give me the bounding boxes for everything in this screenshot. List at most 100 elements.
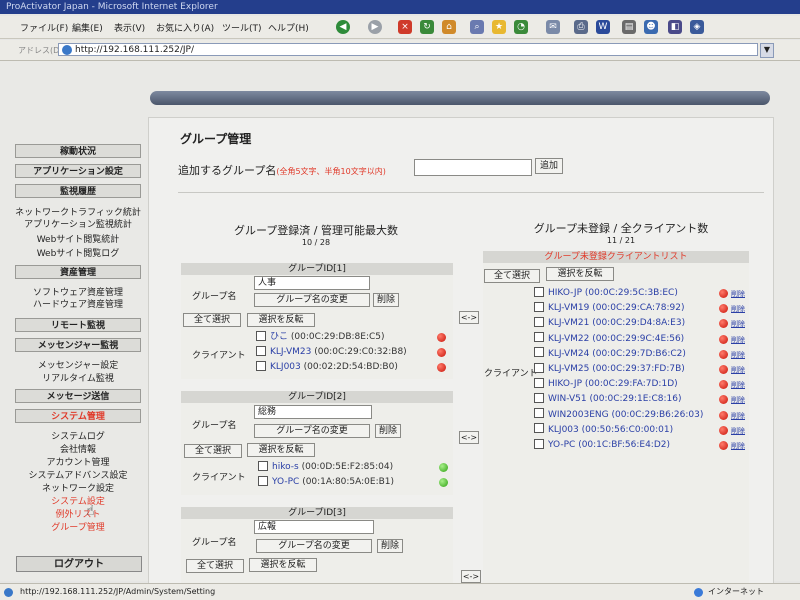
select-all-button[interactable]: 全て選択 (186, 559, 244, 573)
add-group-input[interactable] (414, 159, 532, 176)
swap-button[interactable]: <-> (459, 431, 479, 444)
messenger-icon[interactable]: ☻ (644, 20, 658, 34)
client-checkbox[interactable] (534, 301, 544, 312)
menu-help[interactable]: ヘルプ(H) (268, 21, 309, 34)
client-checkbox[interactable] (258, 475, 268, 486)
client-name[interactable]: HIKO-JP (548, 379, 582, 389)
rename-button[interactable]: グループ名の変更 (256, 539, 372, 553)
client-name[interactable]: WIN2003ENG (548, 410, 609, 420)
delete-client-link[interactable]: 削除 (731, 441, 745, 451)
client-name[interactable]: KLJ-VM25 (548, 364, 589, 374)
unregistered-client-row[interactable]: KLJ-VM22 (00:0C:29:9C:4E:56) (534, 332, 684, 346)
client-name[interactable]: YO-PC (548, 440, 575, 450)
side-exception-list[interactable]: 例外リスト (15, 507, 141, 520)
client-checkbox[interactable] (258, 460, 268, 471)
side-account-management[interactable]: アカウント管理 (15, 455, 141, 468)
client-checkbox[interactable] (256, 360, 266, 371)
delete-button[interactable]: 削除 (373, 293, 399, 307)
refresh-icon[interactable]: ↻ (420, 20, 434, 34)
client-checkbox[interactable] (534, 332, 544, 343)
client-name[interactable]: KLJ003 (548, 425, 579, 435)
client-name[interactable]: KLJ-VM19 (548, 303, 589, 313)
client-name[interactable]: hiko-s (272, 462, 299, 472)
invert-selection-button[interactable]: 選択を反転 (247, 443, 315, 457)
address-dropdown-icon[interactable]: ▼ (760, 43, 774, 58)
unregistered-client-row[interactable]: KLJ-VM25 (00:0C:29:37:FD:7B) (534, 362, 685, 376)
unregistered-client-row[interactable]: KLJ-VM24 (00:0C:29:7D:B6:C2) (534, 347, 686, 361)
client-checkbox[interactable] (534, 286, 544, 297)
client-checkbox[interactable] (534, 316, 544, 327)
side-web-log[interactable]: Webサイト閲覧ログ (15, 246, 141, 259)
side-hardware-assets[interactable]: ハードウェア資産管理 (15, 297, 141, 310)
side-system-management[interactable]: システム管理 (15, 409, 141, 423)
unregistered-client-row[interactable]: KLJ003 (00:50:56:C0:00:01) (534, 423, 673, 437)
client-name[interactable]: KLJ-VM23 (270, 347, 311, 357)
delete-client-link[interactable]: 削除 (731, 411, 745, 421)
invert-selection-button[interactable]: 選択を反転 (247, 313, 315, 327)
delete-client-link[interactable]: 削除 (731, 380, 745, 390)
side-system-settings[interactable]: システム設定 (15, 494, 141, 507)
delete-client-link[interactable]: 削除 (731, 304, 745, 314)
client-row[interactable]: KLJ003 (00:02:2D:54:BD:B0) (256, 360, 398, 374)
unregistered-client-row[interactable]: WIN-V51 (00:0C:29:1E:C8:16) (534, 392, 681, 406)
side-web-stats[interactable]: Webサイト閲覧統計 (15, 232, 141, 245)
unregistered-client-row[interactable]: YO-PC (00:1C:BF:56:E4:D2) (534, 438, 670, 452)
side-remote-monitor[interactable]: リモート監視 (15, 318, 141, 332)
mail-icon[interactable]: ✉ (546, 20, 560, 34)
swap-button[interactable]: <-> (461, 570, 481, 583)
discuss-icon[interactable]: ▤ (622, 20, 636, 34)
word-icon[interactable]: W (596, 20, 610, 34)
menu-file[interactable]: ファイル(F) (20, 21, 68, 34)
side-app-settings[interactable]: アプリケーション設定 (15, 164, 141, 178)
forward-icon[interactable]: ▶ (368, 20, 382, 34)
side-group-management[interactable]: グループ管理 (15, 520, 141, 533)
select-all-button[interactable]: 全て選択 (484, 269, 540, 283)
address-input[interactable]: http://192.168.111.252/JP/ (58, 43, 758, 56)
client-row[interactable]: YO-PC (00:1A:80:5A:0E:B1) (258, 475, 394, 489)
group-name-input[interactable]: 総務 (254, 405, 372, 419)
group-name-input[interactable]: 広報 (254, 520, 374, 534)
delete-client-link[interactable]: 削除 (731, 426, 745, 436)
home-icon[interactable]: ⌂ (442, 20, 456, 34)
side-network-settings[interactable]: ネットワーク設定 (15, 481, 141, 494)
menu-view[interactable]: 表示(V) (114, 21, 145, 34)
favorites-icon[interactable]: ★ (492, 20, 506, 34)
client-row[interactable]: ひこ (00:0C:29:DB:8E:C5) (256, 330, 385, 344)
client-checkbox[interactable] (534, 347, 544, 358)
client-name[interactable]: ひこ (270, 332, 288, 342)
delete-client-link[interactable]: 削除 (731, 335, 745, 345)
back-icon[interactable]: ◀ (336, 20, 350, 34)
side-company-info[interactable]: 会社情報 (15, 442, 141, 455)
client-checkbox[interactable] (534, 438, 544, 449)
side-asset-management[interactable]: 資産管理 (15, 265, 141, 279)
delete-client-link[interactable]: 削除 (731, 289, 745, 299)
side-advanced-settings[interactable]: システムアドバンス設定 (15, 468, 141, 481)
search-icon[interactable]: ⌕ (470, 20, 484, 34)
add-button[interactable]: 追加 (535, 158, 563, 174)
delete-button[interactable]: 削除 (375, 424, 401, 438)
print-icon[interactable]: ⎙ (574, 20, 588, 34)
side-messenger-monitor[interactable]: メッセンジャー監視 (15, 338, 141, 352)
history-icon[interactable]: ◔ (514, 20, 528, 34)
client-checkbox[interactable] (534, 377, 544, 388)
logout-button[interactable]: ログアウト (16, 556, 142, 572)
unregistered-client-row[interactable]: HIKO-JP (00:0C:29:5C:3B:EC) (534, 286, 678, 300)
unregistered-client-row[interactable]: HIKO-JP (00:0C:29:FA:7D:1D) (534, 377, 678, 391)
menu-tools[interactable]: ツール(T) (222, 21, 262, 34)
delete-client-link[interactable]: 削除 (731, 365, 745, 375)
client-row[interactable]: hiko-s (00:0D:5E:F2:85:04) (258, 460, 393, 474)
client-name[interactable]: HIKO-JP (548, 288, 582, 298)
delete-client-link[interactable]: 削除 (731, 319, 745, 329)
client-checkbox[interactable] (534, 408, 544, 419)
unregistered-client-row[interactable]: KLJ-VM19 (00:0C:29:CA:78:92) (534, 301, 685, 315)
delete-button[interactable]: 削除 (377, 539, 403, 553)
stop-icon[interactable]: × (398, 20, 412, 34)
invert-selection-button[interactable]: 選択を反転 (546, 267, 614, 281)
side-realtime-monitor[interactable]: リアルタイム監視 (15, 371, 141, 384)
side-system-log[interactable]: システムログ (15, 429, 141, 442)
client-name[interactable]: YO-PC (272, 477, 299, 487)
client-checkbox[interactable] (256, 345, 266, 356)
client-name[interactable]: KLJ-VM21 (548, 318, 589, 328)
delete-client-link[interactable]: 削除 (731, 395, 745, 405)
client-name[interactable]: KLJ-VM24 (548, 349, 589, 359)
